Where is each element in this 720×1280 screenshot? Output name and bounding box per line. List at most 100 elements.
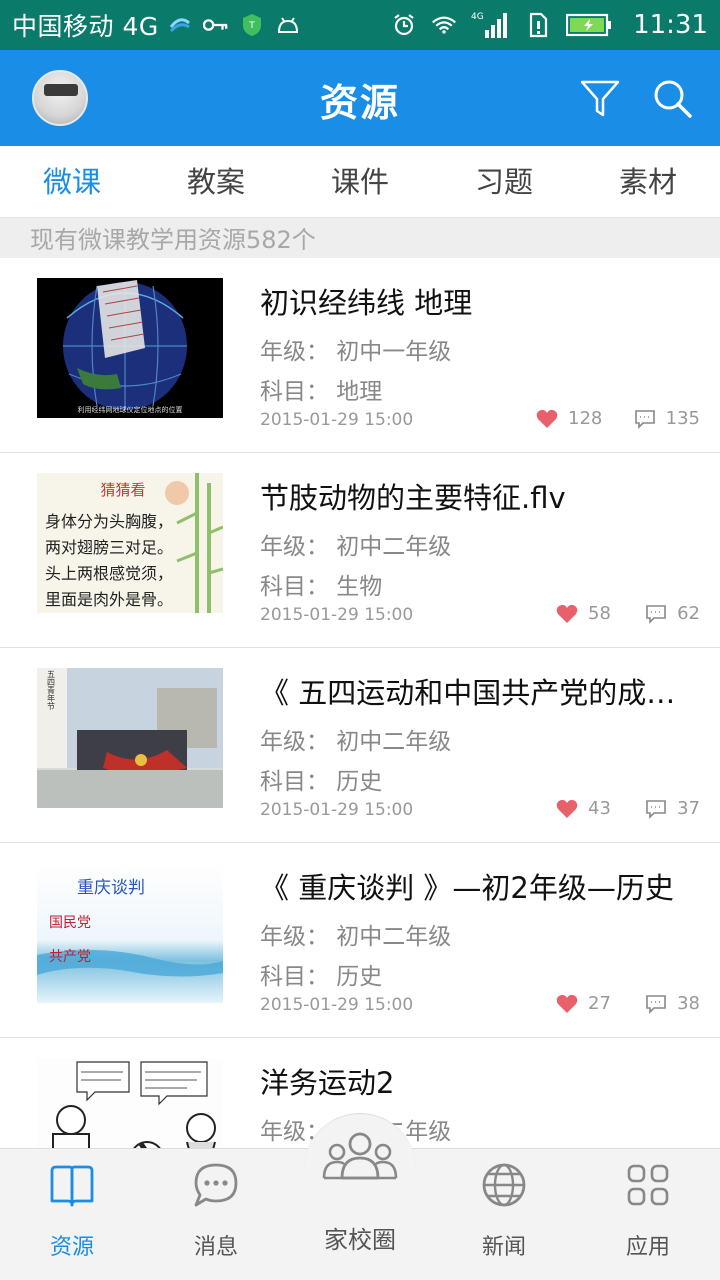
item-grade: 年级： 初中二年级 xyxy=(260,924,452,950)
item-title: 洋务运动2 xyxy=(260,1066,395,1100)
thumbnail-caption: 利用经纬网地球仪定位地点的位置 xyxy=(78,405,183,414)
svg-text:T: T xyxy=(248,21,255,31)
like-button[interactable]: 43 xyxy=(556,798,611,819)
item-title: 初识经纬线 地理 xyxy=(260,286,473,320)
sim-alert-icon xyxy=(525,12,551,38)
tab-weike[interactable]: 微课 xyxy=(0,146,144,217)
item-date: 2015-01-29 15:00 xyxy=(260,605,414,625)
resource-count-bar: 现有微课教学用资源582个 xyxy=(0,218,720,258)
comment-icon xyxy=(634,409,655,429)
alarm-icon xyxy=(391,12,417,38)
thumbnail-line: 里面是肉外是骨。 xyxy=(45,590,173,609)
chat-bubble-icon xyxy=(194,1163,238,1207)
item-date: 2015-01-29 15:00 xyxy=(260,800,414,820)
thumbnail-line: 共产党 xyxy=(49,949,91,965)
item-title: 《 重庆谈判 》—初2年级—历史 xyxy=(260,871,674,905)
globe-icon xyxy=(482,1163,526,1207)
heart-icon xyxy=(556,994,578,1013)
apps-grid-icon xyxy=(627,1164,669,1206)
video-thumbnail xyxy=(37,1058,223,1148)
app-header: 资源 xyxy=(0,50,720,146)
nav-item-home-school-circle[interactable]: 家校圈 xyxy=(288,1118,432,1280)
nav-label: 应用 xyxy=(625,1235,670,1260)
book-icon xyxy=(50,1165,94,1207)
heart-icon xyxy=(536,409,558,428)
video-thumbnail: 利用经纬网地球仪定位地点的位置 xyxy=(37,278,223,418)
heart-icon xyxy=(556,799,578,818)
video-thumbnail: 重庆谈判 国民党 共产党 xyxy=(37,863,223,1003)
tab-sucai[interactable]: 素材 xyxy=(576,146,720,217)
list-item[interactable]: 五四青年节 《 五四运动和中国共产党的成立 》 年级： 初中二年级 科目： 历史… xyxy=(0,648,720,843)
item-subject: 科目： 生物 xyxy=(260,574,383,600)
item-title: 节肢动物的主要特征.flv xyxy=(260,481,566,515)
tab-kejian[interactable]: 课件 xyxy=(288,146,432,217)
nav-item-resources[interactable]: 资源 xyxy=(0,1149,144,1280)
item-subject: 科目： 历史 xyxy=(260,964,383,990)
thumbnail-line: 两对翅膀三对足。 xyxy=(45,538,173,557)
heart-icon xyxy=(556,604,578,623)
thumbnail-line: 重庆谈判 xyxy=(77,878,145,898)
china-mobile-logo-icon xyxy=(167,12,193,38)
nav-item-news[interactable]: 新闻 xyxy=(432,1149,576,1280)
signal-icon: 4G xyxy=(471,12,511,38)
item-subject: 科目： 历史 xyxy=(260,769,383,795)
nav-label: 新闻 xyxy=(481,1235,526,1260)
like-count: 27 xyxy=(588,993,611,1014)
resource-list: 利用经纬网地球仪定位地点的位置 初识经纬线 地理 年级： 初中一年级 科目： 地… xyxy=(0,258,720,1148)
comment-count: 135 xyxy=(665,408,700,429)
thumbnail-line: 头上两根感觉须， xyxy=(45,564,173,583)
like-button[interactable]: 128 xyxy=(536,408,602,429)
thumbnail-heading: 猜猜看 xyxy=(100,481,145,499)
item-grade: 年级： 初中二年级 xyxy=(260,729,452,755)
comment-count: 37 xyxy=(677,798,700,819)
nav-label: 消息 xyxy=(193,1235,238,1260)
comment-button[interactable]: 135 xyxy=(634,408,700,429)
list-item[interactable]: 重庆谈判 国民党 共产党 《 重庆谈判 》—初2年级—历史 年级： 初中二年级 … xyxy=(0,843,720,1038)
thumbnail-line: 国民党 xyxy=(49,915,91,931)
search-button[interactable] xyxy=(650,76,694,120)
filter-button[interactable] xyxy=(578,76,622,120)
like-button[interactable]: 27 xyxy=(556,993,611,1014)
tab-jiaoan[interactable]: 教案 xyxy=(144,146,288,217)
item-date: 2015-01-29 15:00 xyxy=(260,410,414,430)
carrier-label: 中国移动 4G xyxy=(12,12,159,41)
group-icon xyxy=(322,1132,398,1180)
video-thumbnail: 五四青年节 xyxy=(37,668,223,808)
nav-label: 家校圈 xyxy=(324,1226,396,1254)
clock: 11:31 xyxy=(633,10,708,40)
item-grade: 年级： 初中二年级 xyxy=(260,534,452,560)
nav-label: 资源 xyxy=(49,1235,94,1260)
comment-icon xyxy=(646,994,666,1014)
nav-item-messages[interactable]: 消息 xyxy=(144,1149,288,1280)
shield-icon: T xyxy=(239,12,265,38)
like-count: 43 xyxy=(588,798,611,819)
item-title: 《 五四运动和中国共产党的成立 》 xyxy=(260,676,702,710)
search-icon xyxy=(654,80,692,118)
battery-icon xyxy=(565,12,613,38)
comment-count: 38 xyxy=(677,993,700,1014)
android-icon xyxy=(275,12,301,38)
tab-xiti[interactable]: 习题 xyxy=(432,146,576,217)
list-item[interactable]: 利用经纬网地球仪定位地点的位置 初识经纬线 地理 年级： 初中一年级 科目： 地… xyxy=(0,258,720,453)
comment-icon xyxy=(646,604,666,624)
svg-text:4G: 4G xyxy=(471,12,484,22)
nav-item-apps[interactable]: 应用 xyxy=(576,1149,720,1280)
comment-button[interactable]: 38 xyxy=(645,993,700,1014)
comment-button[interactable]: 62 xyxy=(645,603,700,624)
comment-icon xyxy=(646,799,666,819)
thumbnail-line: 身体分为头胸腹， xyxy=(45,512,173,531)
key-icon xyxy=(202,12,229,38)
category-tabs: 微课 教案 课件 习题 素材 xyxy=(0,146,720,218)
comment-count: 62 xyxy=(677,603,700,624)
status-bar: 中国移动 4G T 4G 11:31 xyxy=(0,0,720,50)
item-subject: 科目： 地理 xyxy=(260,379,383,405)
list-item[interactable]: 猜猜看 身体分为头胸腹， 两对翅膀三对足。 头上两根感觉须， 里面是肉外是骨。 … xyxy=(0,453,720,648)
like-count: 58 xyxy=(588,603,611,624)
like-button[interactable]: 58 xyxy=(556,603,611,624)
comment-button[interactable]: 37 xyxy=(645,798,700,819)
like-count: 128 xyxy=(568,408,603,429)
thumbnail-vertical-text: 五四青年节 xyxy=(47,670,56,711)
item-grade: 年级： 初中一年级 xyxy=(260,339,452,365)
item-date: 2015-01-29 15:00 xyxy=(260,995,414,1015)
wifi-icon xyxy=(431,12,457,38)
